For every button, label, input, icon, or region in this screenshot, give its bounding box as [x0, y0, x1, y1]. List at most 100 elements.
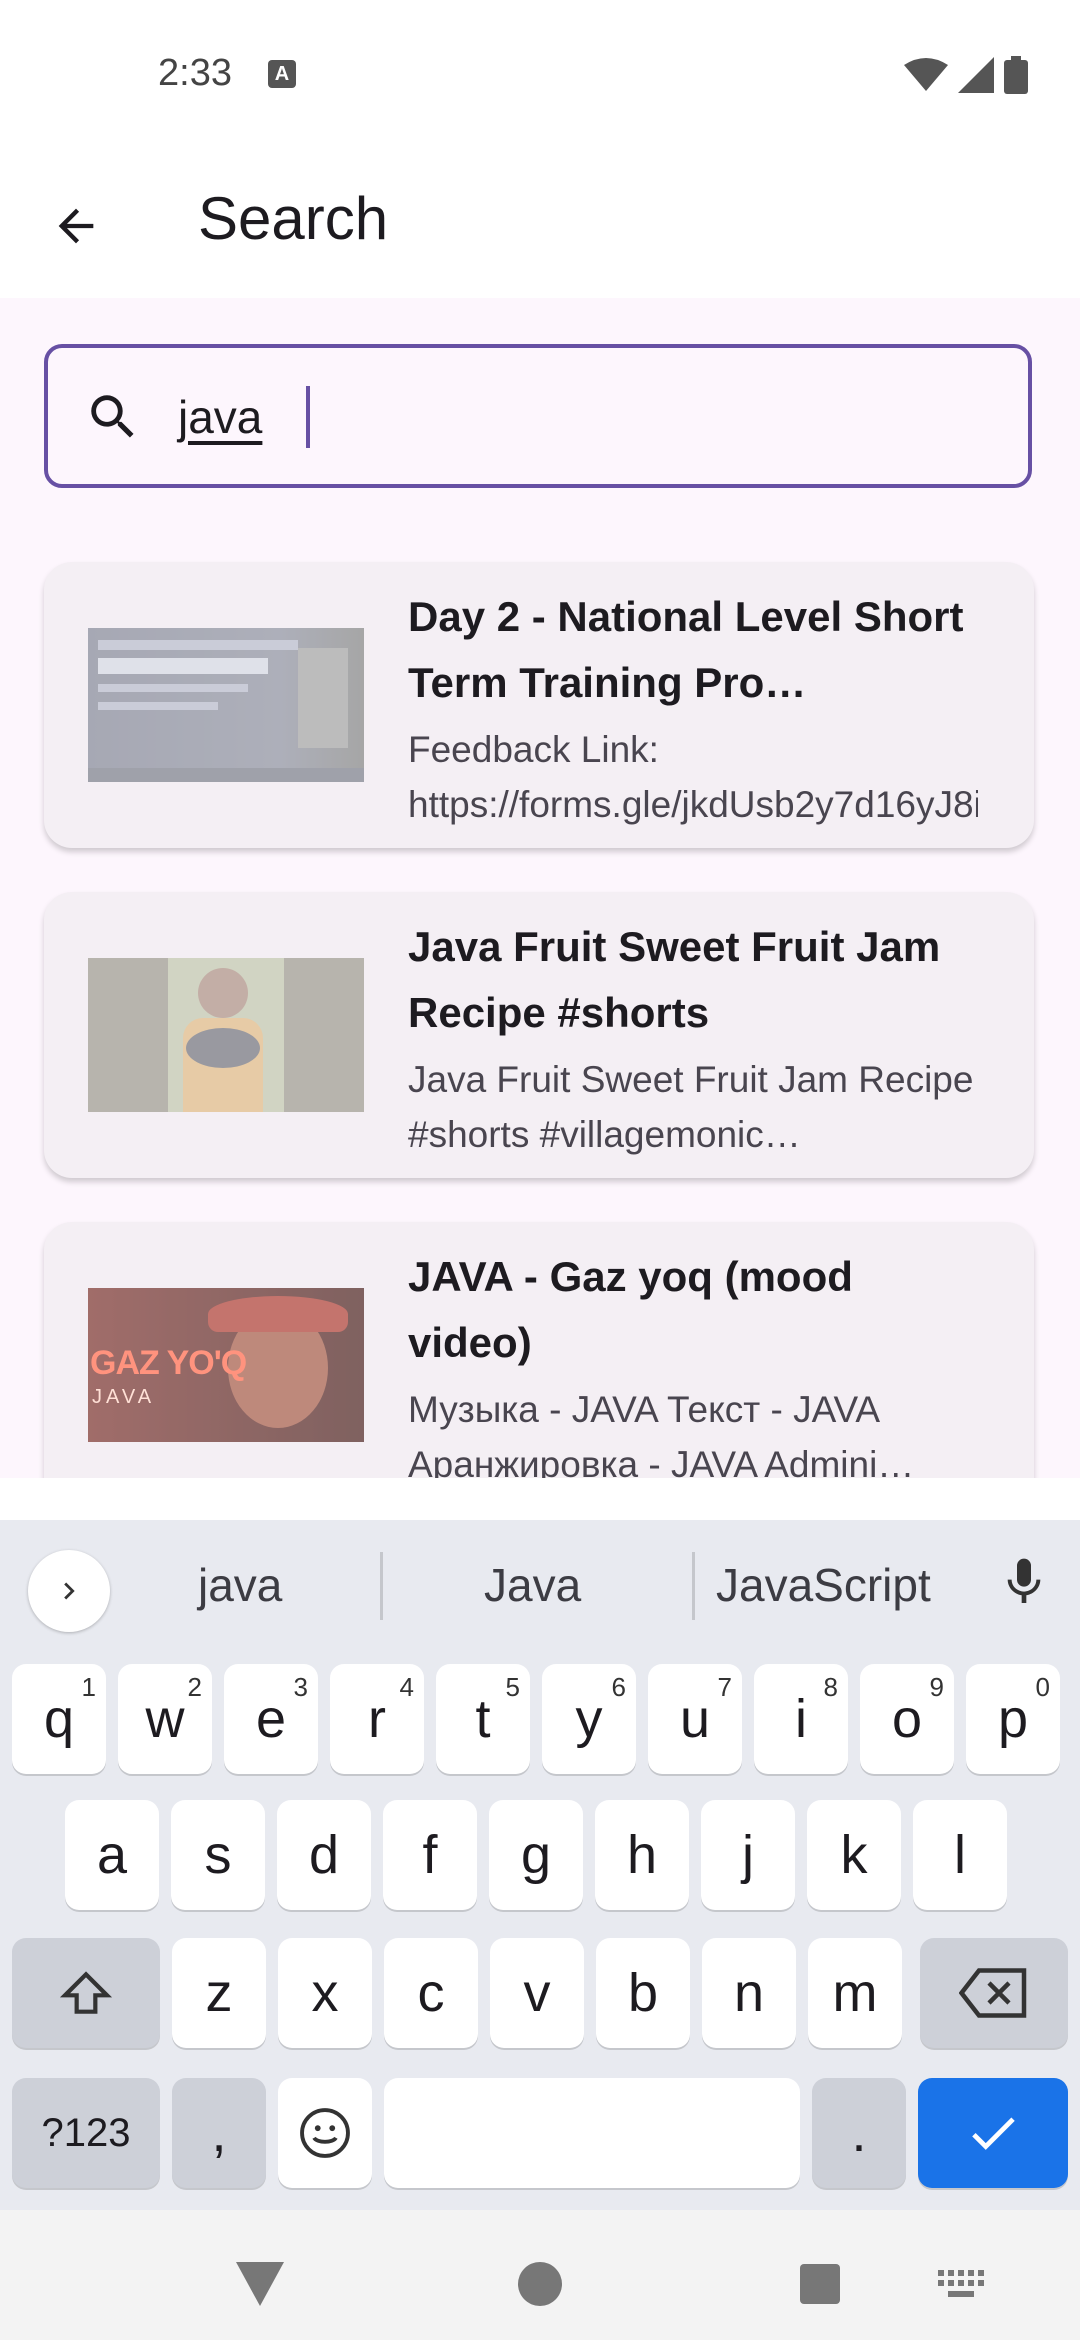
done-key[interactable]: [918, 2078, 1068, 2188]
key-t[interactable]: t5: [436, 1664, 530, 1774]
key-hint: 6: [611, 1672, 626, 1702]
suggestion-2[interactable]: Java: [484, 1558, 581, 1612]
key-l[interactable]: l: [913, 1800, 1007, 1910]
key-label: u: [679, 1689, 711, 1749]
search-field[interactable]: java: [44, 344, 1032, 488]
key-label: y: [575, 1689, 603, 1749]
key-label: k: [840, 1825, 868, 1885]
key-label: i: [795, 1689, 807, 1749]
key-label: m: [832, 1963, 878, 2023]
key-a[interactable]: a: [65, 1800, 159, 1910]
key-label: v: [523, 1963, 551, 2023]
nav-home-icon[interactable]: [518, 2262, 562, 2306]
symbols-key[interactable]: ?123: [12, 2078, 160, 2188]
key-m[interactable]: m: [808, 1938, 902, 2048]
key-g[interactable]: g: [489, 1800, 583, 1910]
key-v[interactable]: v: [490, 1938, 584, 2048]
backspace-key[interactable]: [920, 1938, 1068, 2048]
key-hint: 2: [187, 1672, 202, 1702]
key-f[interactable]: f: [383, 1800, 477, 1910]
key-label: j: [742, 1825, 754, 1885]
nav-back-icon[interactable]: [236, 2262, 284, 2306]
key-label: h: [626, 1825, 658, 1885]
backspace-icon: [959, 1968, 1027, 2018]
result-description: Java Fruit Sweet Fruit Jam Recipe #short…: [408, 1059, 974, 1155]
key-c[interactable]: c: [384, 1938, 478, 2048]
result-title: JAVA - Gaz yoq (mood video): [408, 1253, 853, 1366]
key-label: q: [43, 1689, 75, 1749]
key-y[interactable]: y6: [542, 1664, 636, 1774]
key-label: l: [954, 1825, 966, 1885]
microphone-icon[interactable]: [996, 1550, 1052, 1614]
back-button[interactable]: [36, 186, 116, 266]
key-hint: 9: [929, 1672, 944, 1702]
video-thumbnail: [88, 958, 364, 1112]
key-h[interactable]: h: [595, 1800, 689, 1910]
video-thumbnail: GAZ YO'Q JAVA: [88, 1288, 364, 1442]
keyboard-switch-icon[interactable]: [938, 2270, 986, 2298]
key-hint: 8: [823, 1672, 838, 1702]
result-description: Feedback Link: https://forms.gle/jkdUsb2…: [408, 729, 978, 825]
emoji-icon: [300, 2108, 350, 2158]
result-description: Музыка - JAVA Текст - JAVA Аранжировка -…: [408, 1389, 915, 1478]
key-r[interactable]: r4: [330, 1664, 424, 1774]
key-label: g: [520, 1825, 552, 1885]
key-label: f: [422, 1825, 438, 1885]
result-card[interactable]: Java Fruit Sweet Fruit Jam Recipe #short…: [44, 892, 1034, 1178]
result-card[interactable]: Day 2 - National Level Short Term Traini…: [44, 562, 1034, 848]
result-title: Java Fruit Sweet Fruit Jam Recipe #short…: [408, 923, 941, 1036]
comma-key[interactable]: ,: [172, 2078, 266, 2188]
key-j[interactable]: j: [701, 1800, 795, 1910]
search-input[interactable]: java: [178, 390, 262, 444]
cell-signal-icon: [958, 57, 994, 93]
text-input-notification-icon: A: [268, 60, 296, 88]
battery-icon: [1004, 56, 1028, 94]
nav-recents-icon[interactable]: [800, 2264, 840, 2304]
shift-icon: [59, 1971, 113, 2014]
key-x[interactable]: x: [278, 1938, 372, 2048]
key-z[interactable]: z: [172, 1938, 266, 2048]
key-label: b: [627, 1963, 659, 2023]
key-hint: 3: [293, 1672, 308, 1702]
emoji-key[interactable]: [278, 2078, 372, 2188]
key-s[interactable]: s: [171, 1800, 265, 1910]
key-d[interactable]: d: [277, 1800, 371, 1910]
suggestion-strip: java Java JavaScript: [0, 1520, 1080, 1644]
suggestion-3[interactable]: JavaScript: [716, 1558, 931, 1612]
on-screen-keyboard: java Java JavaScript q1w2e3r4t5y6u7i8o9p…: [0, 1520, 1080, 2210]
key-b[interactable]: b: [596, 1938, 690, 2048]
search-content: java Day 2 - National Level Short Term T…: [0, 298, 1080, 1478]
key-k[interactable]: k: [807, 1800, 901, 1910]
key-hint: 4: [399, 1672, 414, 1702]
navigation-bar: [0, 2210, 1080, 2340]
key-label: x: [311, 1963, 339, 2023]
key-label: e: [255, 1689, 287, 1749]
key-label: a: [96, 1825, 128, 1885]
check-icon: [972, 2117, 1015, 2150]
key-hint: 5: [505, 1672, 520, 1702]
key-hint: 0: [1035, 1672, 1050, 1702]
key-q[interactable]: q1: [12, 1664, 106, 1774]
video-thumbnail: [88, 628, 364, 782]
result-card[interactable]: GAZ YO'Q JAVA JAVA - Gaz yoq (mood video…: [44, 1222, 1034, 1478]
key-u[interactable]: u7: [648, 1664, 742, 1774]
divider: [380, 1552, 383, 1620]
key-n[interactable]: n: [702, 1938, 796, 2048]
key-label: r: [368, 1689, 386, 1749]
expand-suggestions-button[interactable]: [28, 1550, 110, 1632]
key-e[interactable]: e3: [224, 1664, 318, 1774]
suggestion-1[interactable]: java: [198, 1558, 282, 1612]
chevron-right-icon: [64, 1582, 75, 1600]
key-w[interactable]: w2: [118, 1664, 212, 1774]
text-cursor: [306, 386, 310, 448]
key-p[interactable]: p0: [966, 1664, 1060, 1774]
space-key[interactable]: [384, 2078, 800, 2188]
arrow-back-icon: [58, 208, 94, 244]
result-title: Day 2 - National Level Short Term Traini…: [408, 593, 964, 706]
status-icons: [904, 56, 1028, 94]
shift-key[interactable]: [12, 1938, 160, 2048]
key-label: o: [891, 1689, 923, 1749]
key-o[interactable]: o9: [860, 1664, 954, 1774]
period-key[interactable]: .: [812, 2078, 906, 2188]
key-i[interactable]: i8: [754, 1664, 848, 1774]
